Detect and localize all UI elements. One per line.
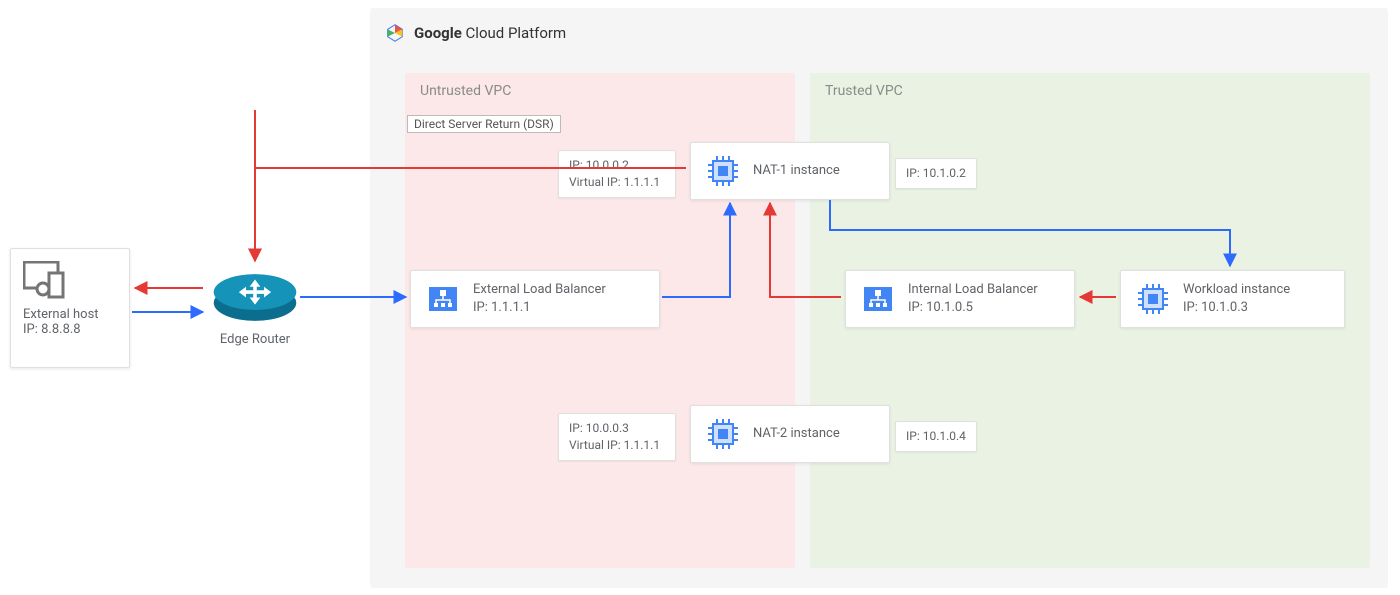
nat1-title: NAT-1 instance xyxy=(753,162,840,180)
devices-icon xyxy=(23,261,71,301)
diagram-canvas: Untrusted VPC Trusted VPC Google Cloud P… xyxy=(0,0,1400,595)
router-icon xyxy=(210,258,300,328)
nat1-right-ip: IP: 10.1.0.2 xyxy=(906,165,966,182)
external-host-card: External host IP: 8.8.8.8 xyxy=(10,248,130,368)
internal-lb-title: Internal Load Balancer xyxy=(908,281,1038,299)
nat2-title: NAT-2 instance xyxy=(753,425,840,443)
workload-card: Workload instance IP: 10.1.0.3 xyxy=(1120,270,1345,328)
trusted-vpc-label: Trusted VPC xyxy=(825,83,903,99)
external-lb-card: External Load Balancer IP: 1.1.1.1 xyxy=(410,270,660,328)
cpu-icon xyxy=(1135,281,1171,317)
load-balancer-icon xyxy=(425,281,461,317)
nat1-left-ip2: Virtual IP: 1.1.1.1 xyxy=(569,174,665,191)
gcp-header: Google Cloud Platform xyxy=(384,22,566,44)
external-lb-ip: IP: 1.1.1.1 xyxy=(473,299,606,317)
internal-lb-ip: IP: 10.1.0.5 xyxy=(908,299,1038,317)
gcp-title: Google Cloud Platform xyxy=(414,24,566,42)
gcp-title-bold: Google xyxy=(414,24,462,42)
nat2-left-ip-card: IP: 10.0.0.3 Virtual IP: 1.1.1.1 xyxy=(558,413,676,461)
workload-ip: IP: 10.1.0.3 xyxy=(1183,299,1290,317)
external-host-label: External host xyxy=(23,307,99,322)
dsr-label: Direct Server Return (DSR) xyxy=(407,115,561,133)
edge-router: Edge Router xyxy=(200,258,310,347)
external-host-ip: IP: 8.8.8.8 xyxy=(23,322,81,337)
edge-router-label: Edge Router xyxy=(200,332,310,347)
workload-title: Workload instance xyxy=(1183,281,1290,299)
nat2-left-ip2: Virtual IP: 1.1.1.1 xyxy=(569,437,665,454)
external-lb-title: External Load Balancer xyxy=(473,281,606,299)
cpu-icon xyxy=(705,416,741,452)
load-balancer-icon xyxy=(860,281,896,317)
gcp-title-rest: Cloud Platform xyxy=(462,24,566,42)
nat2-right-ip: IP: 10.1.0.4 xyxy=(906,428,966,445)
nat2-right-ip-card: IP: 10.1.0.4 xyxy=(895,421,977,452)
untrusted-vpc-label: Untrusted VPC xyxy=(420,83,511,99)
internal-lb-card: Internal Load Balancer IP: 10.1.0.5 xyxy=(845,270,1075,328)
cpu-icon xyxy=(705,153,741,189)
nat1-left-ip-card: IP: 10.0.0.2 Virtual IP: 1.1.1.1 xyxy=(558,150,676,198)
gcp-logo-icon xyxy=(384,22,406,44)
nat1-right-ip-card: IP: 10.1.0.2 xyxy=(895,158,977,189)
nat2-left-ip1: IP: 10.0.0.3 xyxy=(569,420,665,437)
nat1-left-ip1: IP: 10.0.0.2 xyxy=(569,157,665,174)
nat2-card: NAT-2 instance xyxy=(690,405,890,463)
nat1-card: NAT-1 instance xyxy=(690,142,890,200)
